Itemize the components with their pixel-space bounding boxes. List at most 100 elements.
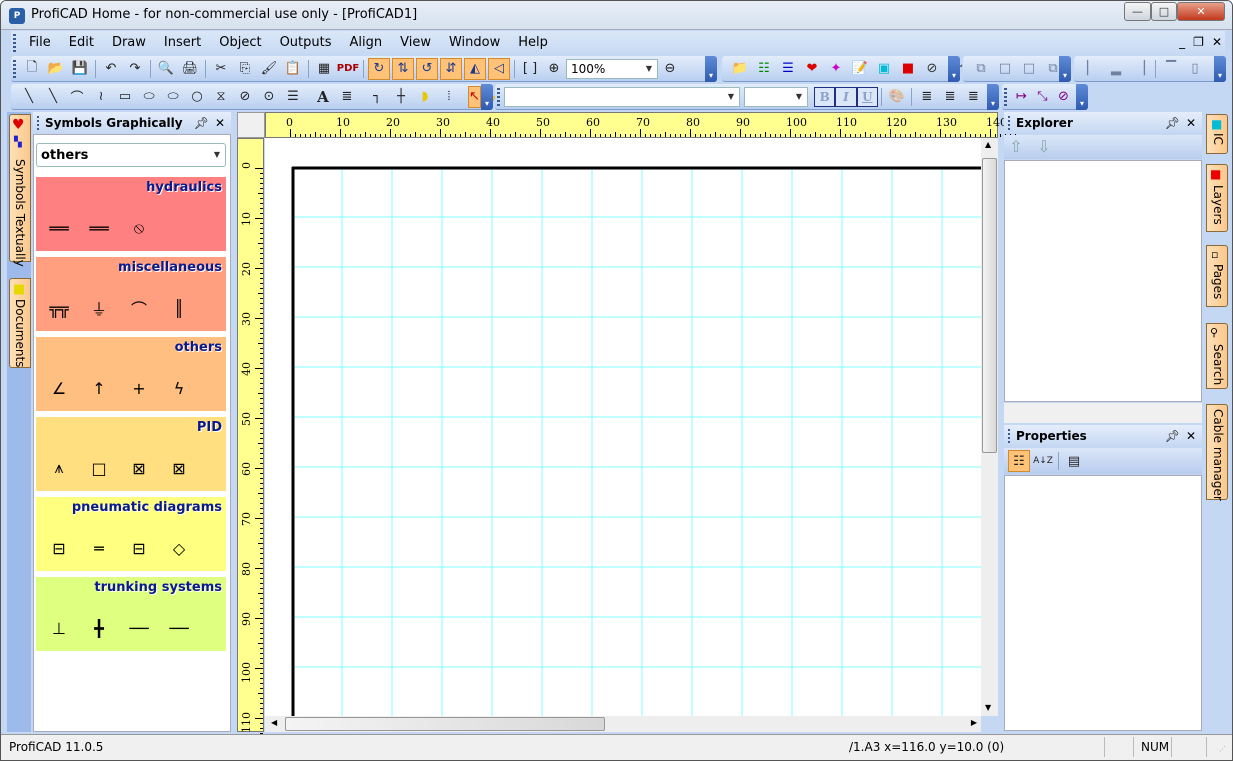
align-left-icon[interactable]: ≣ bbox=[916, 86, 937, 108]
tab-cable-manager[interactable]: Cable manager bbox=[1206, 404, 1228, 501]
paste-icon[interactable]: 📋 bbox=[282, 58, 304, 80]
tab-layers[interactable]: ■ Layers bbox=[1206, 164, 1228, 232]
mirror-icon[interactable]: ◭ bbox=[464, 57, 486, 80]
explorer-tree[interactable] bbox=[1004, 160, 1202, 402]
drawing-canvas[interactable] bbox=[265, 138, 981, 716]
copy-icon[interactable]: ⎘ bbox=[234, 58, 256, 80]
ellipse-icon[interactable]: ⬭ bbox=[162, 86, 184, 108]
chevron-down-icon[interactable]: ▼ bbox=[793, 90, 805, 104]
print-icon[interactable]: 🖨 bbox=[179, 58, 201, 80]
menu-edit[interactable]: Edit bbox=[60, 32, 103, 54]
menu-view[interactable]: View bbox=[391, 32, 440, 54]
tab-symbols-textually[interactable]: ♥ ▚ Symbols Textually bbox=[9, 114, 31, 267]
open-icon[interactable]: 📂 bbox=[45, 58, 67, 80]
favorites-icon[interactable]: ❤ bbox=[801, 58, 823, 80]
symbol-item[interactable]: ╋ bbox=[86, 615, 112, 641]
grip-handle[interactable] bbox=[1004, 87, 1007, 106]
tab-pages[interactable]: ▫ Pages bbox=[1206, 245, 1228, 307]
text-icon[interactable]: A bbox=[312, 86, 334, 108]
line-icon[interactable]: ╲ bbox=[18, 86, 40, 108]
rectangle-icon[interactable]: ▭ bbox=[114, 86, 136, 108]
grip-handle[interactable] bbox=[1008, 116, 1010, 130]
folder-icon[interactable]: 📁 bbox=[729, 58, 751, 80]
category-select[interactable]: others ▼ bbox=[36, 143, 226, 167]
layers-icon[interactable]: ■ bbox=[897, 58, 919, 80]
horizontal-scrollbar[interactable]: ◀ ▶ bbox=[265, 716, 981, 732]
fit-page-icon[interactable]: [ ] bbox=[519, 58, 541, 80]
cut-icon[interactable]: ✂ bbox=[210, 58, 232, 80]
toolbar-options-button[interactable]: ▾ bbox=[987, 84, 999, 110]
mdi-minimize-button[interactable]: _ bbox=[1179, 35, 1185, 49]
symbol-item[interactable]: ⊟ bbox=[46, 535, 72, 561]
grip-handle[interactable] bbox=[497, 87, 500, 106]
arc-icon[interactable]: ⌒ bbox=[66, 86, 88, 108]
property-pages-icon[interactable]: ▤ bbox=[1063, 450, 1085, 472]
menu-object[interactable]: Object bbox=[210, 32, 270, 54]
chevron-down-icon[interactable]: ▼ bbox=[211, 148, 223, 162]
symbol-item[interactable]: ⏚ bbox=[86, 295, 112, 321]
symbol-item[interactable]: ⊠ bbox=[166, 455, 192, 481]
symbol-item[interactable]: ── bbox=[126, 615, 152, 641]
align-right-icon[interactable]: ▕ bbox=[1129, 58, 1151, 80]
grip-handle[interactable] bbox=[37, 116, 39, 130]
symbol-item[interactable]: □ bbox=[86, 455, 112, 481]
bezier-icon[interactable]: ≀ bbox=[90, 86, 112, 108]
menu-draw[interactable]: Draw bbox=[103, 32, 155, 54]
wizard-icon[interactable]: ✦ bbox=[825, 58, 847, 80]
align-center-icon[interactable]: ≣ bbox=[939, 86, 960, 108]
dimension-horizontal-icon[interactable]: ↦ bbox=[1012, 86, 1031, 108]
save-icon[interactable]: 💾 bbox=[69, 58, 91, 80]
symbol-item[interactable]: + bbox=[126, 375, 152, 401]
mdi-restore-button[interactable]: ❐ bbox=[1193, 35, 1204, 49]
symbol-item[interactable]: ⌒ bbox=[126, 295, 152, 321]
toolbar-options-button[interactable]: ▾ bbox=[948, 56, 960, 82]
notes-icon[interactable]: 📝 bbox=[849, 58, 871, 80]
symbol-category-hydraulics[interactable]: hydraulics ══ ══ ⦸ bbox=[36, 177, 226, 251]
grip-handle[interactable] bbox=[1008, 429, 1010, 443]
resize-grip-icon[interactable]: ⋰ bbox=[1219, 745, 1226, 753]
toolbar-options-button[interactable]: ▾ bbox=[1214, 56, 1226, 82]
toolbar-options-button[interactable]: ▾ bbox=[481, 84, 493, 110]
ellipse-slash-icon[interactable]: ⊘ bbox=[234, 86, 256, 108]
symbol-item[interactable]: ϟ bbox=[166, 375, 192, 401]
paragraph-icon[interactable]: ≣ bbox=[336, 86, 358, 108]
rotate-cw-icon[interactable]: ↺ bbox=[416, 57, 438, 80]
symbol-item[interactable]: ∠ bbox=[46, 375, 72, 401]
bus-icon[interactable]: ⦙ bbox=[438, 86, 460, 108]
grip-handle[interactable] bbox=[13, 59, 16, 78]
tab-search[interactable]: ⚲ Search bbox=[1206, 323, 1228, 389]
horizontal-scroll-thumb[interactable] bbox=[285, 717, 605, 731]
list-icon[interactable]: ☰ bbox=[282, 86, 304, 108]
vertical-scrollbar[interactable]: ▲ ▼ bbox=[981, 138, 998, 716]
pin-icon[interactable]: 📌︎ bbox=[194, 112, 209, 134]
mdi-close-button[interactable]: ✕ bbox=[1212, 35, 1222, 49]
select-arrow-icon[interactable]: ↖ bbox=[468, 85, 481, 108]
symbol-category-pneumatic-diagrams[interactable]: pneumatic diagrams ⊟ ═ ⊟ ◇ bbox=[36, 497, 226, 571]
toolbar-options-button[interactable]: ▾ bbox=[705, 56, 717, 82]
tab-documents[interactable]: ■ Documents bbox=[9, 278, 31, 368]
symbol-item[interactable]: ═ bbox=[86, 535, 112, 561]
print-preview-icon[interactable]: 🔍 bbox=[155, 58, 177, 80]
align-left-icon[interactable]: ▏ bbox=[1081, 58, 1103, 80]
symbol-item[interactable]: ║ bbox=[166, 295, 192, 321]
pdf-icon[interactable]: PDF bbox=[337, 58, 359, 80]
new-icon[interactable]: 🗋 bbox=[21, 58, 43, 80]
symbol-item[interactable]: ══ bbox=[86, 215, 112, 241]
ellipse-eye-icon[interactable]: ⊙ bbox=[258, 86, 280, 108]
menu-file[interactable]: File bbox=[20, 32, 60, 54]
close-button[interactable]: ✕ bbox=[1177, 2, 1225, 21]
menu-window[interactable]: Window bbox=[440, 32, 509, 54]
font-size-combo[interactable]: ▼ bbox=[743, 86, 808, 107]
grip-handle[interactable] bbox=[13, 34, 16, 52]
redo-icon[interactable]: ↷ bbox=[124, 58, 146, 80]
symbol-category-trunking-systems[interactable]: trunking systems ⊥ ╋ ── ── bbox=[36, 577, 226, 651]
zoom-in-icon[interactable]: ⊕ bbox=[543, 58, 565, 80]
pin-icon[interactable]: 📌︎ bbox=[1165, 425, 1180, 447]
polyline-icon[interactable]: ╲ bbox=[42, 86, 64, 108]
gate-icon[interactable]: ◗ bbox=[414, 86, 436, 108]
symbol-item[interactable]: ╦╦ bbox=[46, 295, 72, 321]
zoom-combo[interactable]: 100% ▼ bbox=[566, 58, 658, 79]
ic-icon[interactable]: ▣ bbox=[873, 58, 895, 80]
menu-insert[interactable]: Insert bbox=[155, 32, 210, 54]
move-up-icon[interactable]: ⇧ bbox=[1005, 135, 1027, 157]
